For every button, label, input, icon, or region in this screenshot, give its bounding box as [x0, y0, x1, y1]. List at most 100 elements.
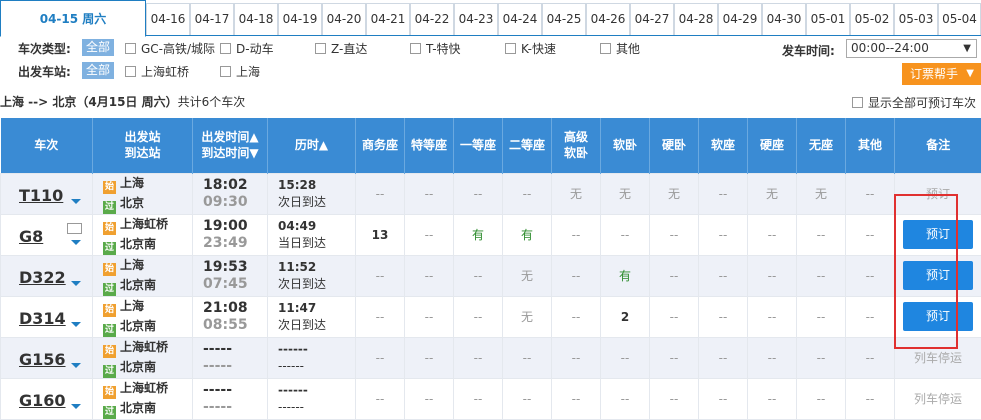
header-note: 备注 [895, 118, 981, 173]
chevron-down-icon[interactable] [71, 404, 81, 409]
filter-z[interactable]: Z-直达 [315, 40, 367, 57]
start-station-icon: 始 [103, 386, 116, 399]
to-station-name: 北京南 [120, 319, 156, 333]
from-station: 始上海虹桥 [103, 215, 192, 235]
date-tab-04-18[interactable]: 04-18 [234, 3, 278, 35]
date-tab-04-20[interactable]: 04-20 [322, 3, 366, 35]
start-station-icon: 始 [103, 181, 116, 194]
date-tab-04-15[interactable]: 04-15 周六 [0, 0, 146, 37]
checkbox[interactable] [505, 43, 516, 54]
booking-helper-button[interactable]: 订票帮手▼ [902, 63, 981, 85]
date-tab-04-19[interactable]: 04-19 [278, 3, 322, 35]
filter-d[interactable]: D-动车 [220, 40, 274, 57]
header-stations: 出发站到达站 [93, 118, 193, 173]
show-all-bookable[interactable]: 显示全部可预订车次 [852, 94, 976, 111]
duration-cell: 11:47次日到达 [268, 296, 356, 337]
departure-time: 19:00 [203, 218, 267, 235]
train-number-link[interactable]: T110 [19, 186, 63, 205]
date-tab-04-29[interactable]: 04-29 [718, 3, 762, 35]
seat-cell: -- [699, 255, 748, 296]
chevron-down-icon[interactable] [71, 322, 81, 327]
filter-other[interactable]: 其他 [600, 40, 640, 57]
seat-cell: -- [846, 214, 895, 255]
date-tab-04-17[interactable]: 04-17 [190, 3, 234, 35]
chevron-down-icon[interactable] [71, 240, 81, 245]
date-tab-04-23[interactable]: 04-23 [454, 3, 498, 35]
header-times[interactable]: 出发时间▲ 到达时间▼ [193, 118, 268, 173]
seat-cell: -- [454, 296, 503, 337]
filter-gc[interactable]: GC-高铁/城际 [125, 40, 215, 57]
date-tab-05-02[interactable]: 05-02 [850, 3, 894, 35]
times-cell: 19:0023:49 [193, 214, 268, 255]
checkbox[interactable] [315, 43, 326, 54]
date-tab-04-28[interactable]: 04-28 [674, 3, 718, 35]
header-duration[interactable]: 历时▲ [268, 118, 356, 173]
header-dep-time[interactable]: 出发时间▲ [201, 130, 258, 144]
times-cell: ---------- [193, 378, 268, 419]
station-hongqiao[interactable]: 上海虹桥 [125, 63, 189, 80]
checkbox[interactable] [852, 97, 863, 108]
seat-cell: 无 [748, 173, 797, 214]
stations-cell: 始上海过北京 [93, 173, 193, 214]
checkbox[interactable] [220, 66, 231, 77]
seat-cell: -- [797, 296, 846, 337]
checkbox[interactable] [125, 66, 136, 77]
chevron-down-icon[interactable] [71, 363, 81, 368]
date-tab-05-03[interactable]: 05-03 [894, 3, 938, 35]
start-station-icon: 始 [103, 304, 116, 317]
station-shanghai[interactable]: 上海 [220, 63, 260, 80]
depart-time-select[interactable]: 00:00--24:00▼ [846, 39, 977, 58]
seat-cell: -- [797, 214, 846, 255]
seat-cell: -- [650, 296, 699, 337]
header-no-seat: 无座 [797, 118, 846, 173]
header-other: 其他 [846, 118, 895, 173]
date-tab-04-22[interactable]: 04-22 [410, 3, 454, 35]
train-number-link[interactable]: D314 [19, 309, 66, 328]
date-tab-05-01[interactable]: 05-01 [806, 3, 850, 35]
date-tab-04-27[interactable]: 04-27 [630, 3, 674, 35]
chevron-down-icon[interactable] [71, 281, 81, 286]
seat-cell: -- [552, 337, 601, 378]
seat-cell: -- [797, 378, 846, 419]
date-tab-04-21[interactable]: 04-21 [366, 3, 410, 35]
checkbox[interactable] [125, 43, 136, 54]
chevron-down-icon: ▼ [966, 63, 974, 85]
train-type-all-chip[interactable]: 全部 [82, 39, 114, 56]
train-number-link[interactable]: G8 [19, 227, 43, 246]
date-tab-04-30[interactable]: 04-30 [762, 3, 806, 35]
date-tab-04-16[interactable]: 04-16 [146, 3, 190, 35]
date-tab-04-24[interactable]: 04-24 [498, 3, 542, 35]
filter-t[interactable]: T-特快 [410, 40, 461, 57]
train-number-link[interactable]: D322 [19, 268, 66, 287]
date-tab-04-25[interactable]: 04-25 [542, 3, 586, 35]
header-hi-b: 软卧 [564, 146, 588, 160]
checkbox[interactable] [220, 43, 231, 54]
stations-cell: 始上海过北京南 [93, 296, 193, 337]
checkbox[interactable] [410, 43, 421, 54]
arrival-day: ------ [278, 358, 355, 375]
filter-k[interactable]: K-快速 [505, 40, 556, 57]
to-station-name: 北京南 [120, 237, 156, 251]
checkbox[interactable] [600, 43, 611, 54]
arrival-time: ----- [203, 358, 267, 375]
seat-cell: -- [699, 173, 748, 214]
seat-cell: -- [405, 337, 454, 378]
duration: 04:49 [278, 218, 355, 235]
note-text: 列车停运 [914, 392, 962, 406]
from-station: 始上海 [103, 174, 192, 194]
date-tab-05-04[interactable]: 05-04 [938, 3, 981, 35]
end-station-icon: 过 [103, 324, 116, 337]
seat-cell: -- [699, 296, 748, 337]
end-station-icon: 过 [103, 283, 116, 296]
chevron-down-icon[interactable] [71, 199, 81, 204]
from-station: 始上海 [103, 297, 192, 317]
date-tab-04-26[interactable]: 04-26 [586, 3, 630, 35]
depart-time-label: 发车时间: [782, 42, 835, 59]
stations-cell: 始上海过北京南 [93, 255, 193, 296]
header-arr-time[interactable]: 到达时间▼ [201, 146, 258, 160]
train-number-link[interactable]: G156 [19, 350, 66, 369]
chevron-down-icon: ▼ [963, 40, 971, 57]
show-all-label: 显示全部可预订车次 [868, 96, 976, 110]
station-all-chip[interactable]: 全部 [82, 62, 114, 79]
train-number-link[interactable]: G160 [19, 391, 66, 410]
